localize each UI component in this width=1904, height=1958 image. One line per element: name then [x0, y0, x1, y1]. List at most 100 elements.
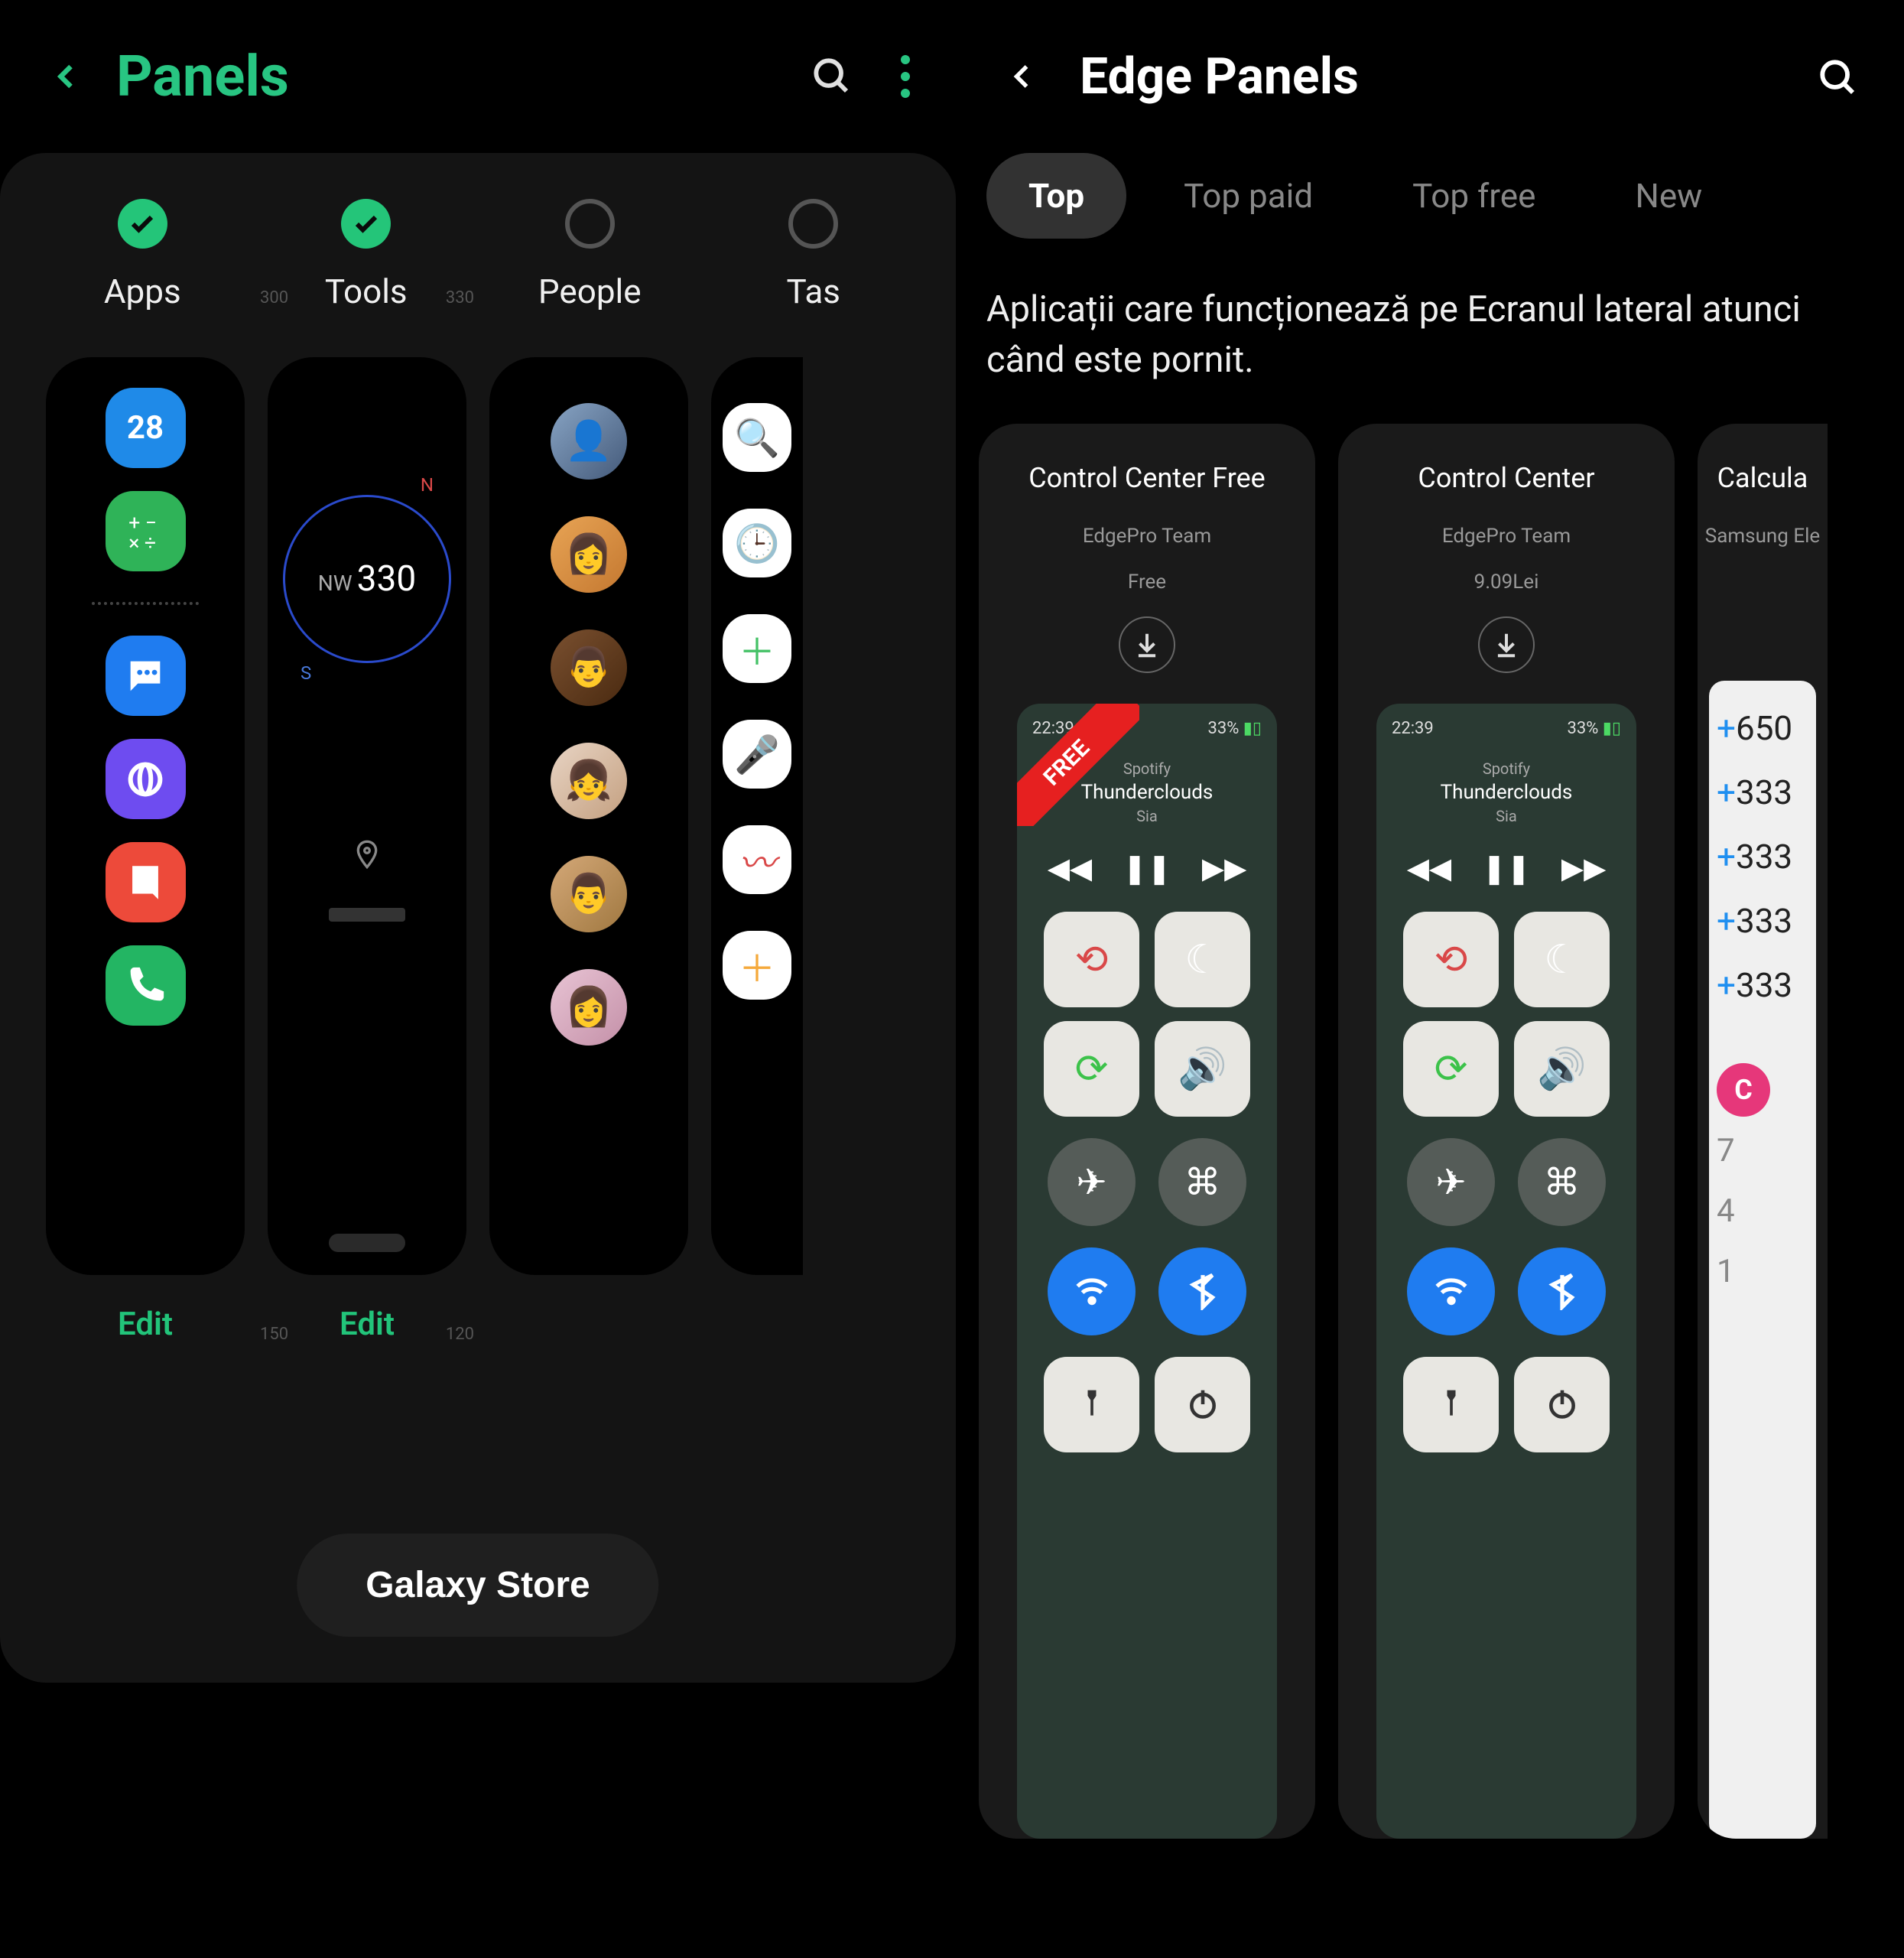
free-ribbon: FREE [1017, 704, 1139, 826]
avatar: 👧 [551, 743, 627, 819]
search-icon[interactable] [1815, 55, 1858, 98]
prev-icon[interactable]: ◀◀ [1048, 851, 1092, 886]
avatar: 👩 [551, 969, 627, 1046]
filter-top-paid[interactable]: Top paid [1142, 153, 1355, 239]
pause-icon[interactable]: ❚❚ [1482, 851, 1531, 886]
notes-icon [106, 842, 186, 922]
store-description: Aplicații care funcționează pe Ecranul l… [956, 269, 1904, 424]
calculator-icon: + −× ÷ [106, 491, 186, 571]
drag-handle[interactable] [329, 1234, 405, 1252]
flashlight-icon[interactable] [1044, 1357, 1139, 1452]
next-icon[interactable]: ▶▶ [1561, 851, 1606, 886]
wifi-icon[interactable] [1407, 1247, 1495, 1335]
control-center-preview: FREE 22:39 33% ▮▯ Spotify Thunderclouds … [1017, 704, 1277, 1839]
search-icon: 🔍 [723, 403, 791, 472]
checkmark-icon[interactable] [118, 199, 167, 249]
panels-card: Apps Tools People Tas 28 + −× ÷ [0, 153, 956, 1683]
prev-icon[interactable]: ◀◀ [1407, 851, 1451, 886]
key-4[interactable]: 4 [1717, 1192, 1735, 1230]
unchecked-circle-icon[interactable] [565, 199, 615, 249]
next-icon[interactable]: ▶▶ [1202, 851, 1246, 886]
power-icon[interactable] [1514, 1357, 1610, 1452]
rotation-lock-icon[interactable]: ⟲ [1403, 912, 1499, 1007]
page-title: Edge Panels [1080, 47, 1777, 106]
back-button[interactable] [1002, 57, 1041, 96]
avatar: 👨 [551, 856, 627, 932]
bluetooth-icon[interactable] [1518, 1247, 1606, 1335]
tools-panel-preview[interactable]: 300330 N NW330 S 150120 [268, 357, 466, 1275]
more-icon[interactable] [901, 55, 910, 98]
link-icon[interactable]: ⌘ [1518, 1138, 1606, 1226]
compass-ticks: 300330 [260, 288, 474, 307]
store-card-control-center-free[interactable]: Control Center Free EdgePro Team Free FR… [979, 424, 1315, 1839]
avatar: 👨 [551, 629, 627, 706]
moon-icon[interactable]: ☾ [1514, 912, 1610, 1007]
status-battery: 33% [1567, 719, 1598, 738]
sync-icon[interactable]: ⟳ [1403, 1021, 1499, 1117]
phone-icon [106, 945, 186, 1026]
volume-icon[interactable]: 🔊 [1514, 1021, 1610, 1117]
download-button[interactable] [1478, 616, 1535, 673]
panels-header: Panels [0, 0, 956, 153]
battery-icon: ▮▯ [1603, 719, 1621, 738]
download-button[interactable] [1119, 616, 1175, 673]
music-widget: Spotify Thunderclouds Sia [1441, 759, 1573, 825]
filter-tabs: Top Top paid Top free New [956, 153, 1904, 269]
airplane-icon[interactable]: ✈ [1407, 1138, 1495, 1226]
edge-panels-header: Edge Panels [956, 0, 1904, 153]
scribble-icon: 〰 [723, 825, 791, 894]
tab-apps[interactable]: Apps [31, 199, 255, 311]
mic-icon: 🎤 [723, 720, 791, 789]
power-icon[interactable] [1155, 1357, 1250, 1452]
calendar-icon: 28 [106, 388, 186, 468]
unchecked-circle-icon[interactable] [788, 199, 838, 249]
moon-icon[interactable]: ☾ [1155, 912, 1250, 1007]
store-card-control-center[interactable]: Control Center EdgePro Team 9.09Lei 22:3… [1338, 424, 1675, 1839]
battery-icon: ▮▯ [1243, 719, 1262, 738]
key-7[interactable]: 7 [1717, 1132, 1735, 1169]
rotation-lock-icon[interactable]: ⟲ [1044, 912, 1139, 1007]
compass-icon: N NW330 S [283, 495, 451, 663]
wifi-icon[interactable] [1048, 1247, 1136, 1335]
messages-icon [106, 636, 186, 716]
store-cards: Control Center Free EdgePro Team Free FR… [956, 424, 1904, 1839]
tab-people[interactable]: People [478, 199, 702, 311]
compass-ticks-bottom: 150120 [260, 1325, 474, 1344]
avatar: 👤 [551, 403, 627, 480]
page-title: Panels [116, 44, 809, 110]
bluetooth-icon[interactable] [1158, 1247, 1246, 1335]
location-bar [329, 908, 405, 922]
avatar: 👩 [551, 516, 627, 593]
pause-icon[interactable]: ❚❚ [1123, 851, 1171, 886]
divider [92, 602, 199, 605]
control-center-preview: 22:39 33% ▮▯ Spotify Thunderclouds Sia ◀… [1376, 704, 1636, 1839]
volume-icon[interactable]: 🔊 [1155, 1021, 1250, 1117]
filter-top[interactable]: Top [986, 153, 1126, 239]
add-icon: ＋ [723, 931, 791, 1000]
location-pin-icon [352, 839, 382, 870]
flashlight-icon[interactable] [1403, 1357, 1499, 1452]
link-icon[interactable]: ⌘ [1158, 1138, 1246, 1226]
browser-icon [106, 739, 186, 819]
sync-icon[interactable]: ⟳ [1044, 1021, 1139, 1117]
tab-tasks[interactable]: Tas [702, 199, 926, 311]
apps-panel-preview[interactable]: 28 + −× ÷ [46, 357, 245, 1275]
store-card-calculator[interactable]: Calcula Samsung Ele ++650650 +333 +333 +… [1698, 424, 1828, 1839]
back-button[interactable] [46, 57, 86, 96]
status-battery: 33% [1207, 719, 1239, 738]
edit-apps-button[interactable]: Edit [46, 1306, 245, 1343]
key-1[interactable]: 1 [1717, 1253, 1735, 1290]
search-icon[interactable] [809, 54, 855, 99]
calculator-preview: ++650650 +333 +333 +333 +333 C 7 4 1 [1709, 681, 1816, 1839]
filter-new[interactable]: New [1593, 153, 1744, 239]
galaxy-store-button[interactable]: Galaxy Store [297, 1534, 658, 1637]
airplane-icon[interactable]: ✈ [1048, 1138, 1136, 1226]
svg-text:× ÷: × ÷ [128, 532, 156, 554]
filter-top-free[interactable]: Top free [1370, 153, 1577, 239]
checkmark-icon[interactable] [341, 199, 391, 249]
calc-clear-button[interactable]: C [1717, 1063, 1770, 1117]
tasks-panel-preview[interactable]: 🔍 🕒 ＋ 🎤 〰 ＋ [711, 357, 803, 1275]
add-icon: ＋ [723, 614, 791, 683]
people-panel-preview[interactable]: 👤 👩 👨 👧 👨 👩 [489, 357, 688, 1275]
status-time: 22:39 [1392, 719, 1434, 738]
